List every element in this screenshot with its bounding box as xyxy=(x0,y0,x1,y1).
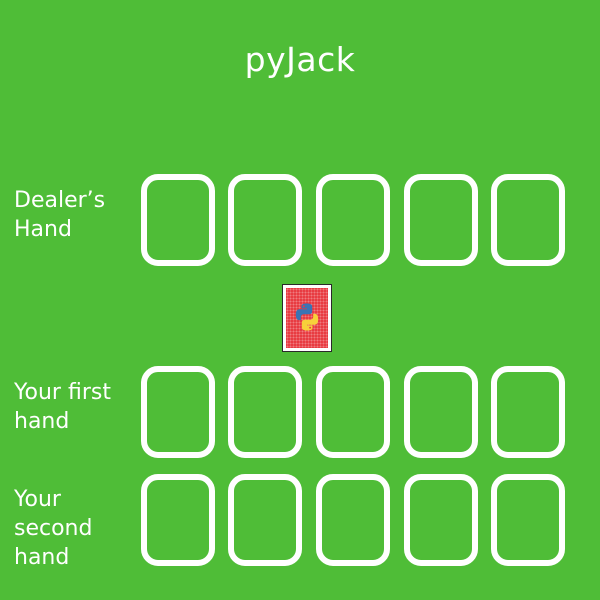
python-logo-icon xyxy=(295,303,319,331)
dealer-card-slot[interactable] xyxy=(228,174,302,266)
dealer-card-slot[interactable] xyxy=(141,174,215,266)
dealer-card-slot[interactable] xyxy=(404,174,478,266)
first-hand-card-slot[interactable] xyxy=(141,366,215,458)
second-hand-card-slot[interactable] xyxy=(491,474,565,566)
first-hand-card-slot[interactable] xyxy=(228,366,302,458)
second-hand-label: Your second hand xyxy=(14,487,93,570)
second-hand-card-slot[interactable] xyxy=(404,474,478,566)
first-hand-card-slot[interactable] xyxy=(316,366,390,458)
dealer-hand-label: Dealer’s Hand xyxy=(14,188,106,242)
first-hand-label: Your first hand xyxy=(14,380,111,434)
first-hand-card-slot[interactable] xyxy=(491,366,565,458)
game-title: pyJack xyxy=(244,40,356,79)
dealer-card-slot[interactable] xyxy=(316,174,390,266)
deck-card-back[interactable] xyxy=(282,284,332,352)
second-hand-card-slot[interactable] xyxy=(316,474,390,566)
second-hand-card-slot[interactable] xyxy=(228,474,302,566)
first-hand-card-slot[interactable] xyxy=(404,366,478,458)
second-hand-card-slot[interactable] xyxy=(141,474,215,566)
dealer-card-slot[interactable] xyxy=(491,174,565,266)
